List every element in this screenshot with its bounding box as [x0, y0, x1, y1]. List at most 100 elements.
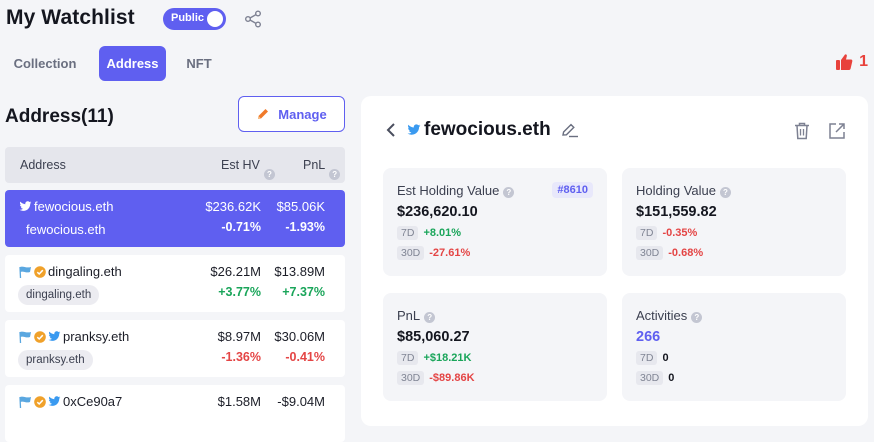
card-label-text: Holding Value: [636, 183, 716, 198]
est-hv-change: -0.71%: [221, 220, 261, 234]
address-name-text: dingaling.eth: [48, 264, 122, 279]
rank-badge: #8610: [552, 182, 593, 198]
like-button[interactable]: 1: [835, 52, 868, 72]
change-30d: 30D -27.61%: [397, 246, 470, 260]
est-hv-value: $236.62K: [205, 199, 261, 214]
share-icon[interactable]: [244, 10, 262, 28]
change-7d-value: -0.35%: [662, 227, 698, 239]
period-30d: 30D: [397, 246, 425, 260]
holding-value-card: Holding Value? $151,559.82 7D -0.35% 30D -…: [622, 168, 846, 276]
question-icon[interactable]: ?: [719, 187, 731, 198]
est-hv-value: $8.97M: [217, 329, 261, 344]
address-name: fewocious.eth: [19, 199, 114, 214]
address-name-text: pranksy.eth: [63, 329, 130, 344]
est-hv-value: $1.58M: [217, 394, 261, 409]
tab-address[interactable]: Address: [99, 46, 166, 81]
address-table-header: Address Est HV? PnL?: [5, 147, 345, 183]
pnl-card: PnL? $85,060.27 7D +$18.21K 30D -$89.86K: [383, 293, 607, 401]
trash-icon[interactable]: [794, 122, 810, 140]
change-30d-value: -0.68%: [668, 247, 704, 259]
address-row[interactable]: pranksy.eth pranksy.eth $8.97M -1.36% $3…: [5, 320, 345, 377]
activities-card: Activities? 266 7D 0 30D 0: [622, 293, 846, 401]
question-icon[interactable]: ?: [424, 312, 436, 323]
change-30d: 30D -$89.86K: [397, 371, 475, 385]
external-link-icon[interactable]: [828, 122, 846, 140]
address-tag: dingaling.eth: [18, 285, 100, 305]
address-tag: fewocious.eth: [26, 222, 106, 237]
tab-collection[interactable]: Collection: [6, 46, 84, 81]
change-7d: 7D 0: [636, 351, 669, 365]
change-30d-value: -$89.86K: [429, 372, 475, 384]
change-30d: 30D -0.68%: [636, 246, 703, 260]
change-7d: 7D +8.01%: [397, 226, 461, 240]
change-30d: 30D 0: [636, 371, 674, 385]
change-30d-value: 0: [668, 372, 675, 384]
card-value: $236,620.10: [397, 204, 478, 220]
chevron-left-icon[interactable]: [385, 122, 397, 138]
card-value: $85,060.27: [397, 329, 470, 345]
column-pnl: PnL?: [303, 158, 341, 180]
card-label: Est Holding Value?: [397, 183, 515, 198]
question-icon[interactable]: ?: [329, 169, 341, 180]
detail-name: fewocious.eth: [407, 119, 551, 141]
change-7d-value: +$18.21K: [423, 352, 472, 364]
address-name-text: 0xCe90a7: [63, 394, 123, 409]
address-tag: pranksy.eth: [18, 350, 93, 370]
card-label: Activities?: [636, 308, 703, 323]
detail-name-text: fewocious.eth: [424, 119, 551, 140]
pnl-value: $30.06M: [274, 329, 325, 344]
verified-badge-icon: [34, 395, 46, 408]
est-hv-change: +3.77%: [218, 285, 261, 299]
pnl-value: -$9.04M: [277, 394, 325, 409]
toggle-knob: [207, 11, 223, 27]
manage-button[interactable]: Manage: [238, 96, 345, 132]
change-7d: 7D +$18.21K: [397, 351, 471, 365]
pnl-value: $13.89M: [274, 264, 325, 279]
banner-flag-icon: [19, 266, 31, 278]
period-7d: 7D: [397, 226, 419, 240]
banner-flag-icon: [19, 331, 31, 343]
period-7d: 7D: [636, 351, 658, 365]
top-bar: My Watchlist Public: [0, 0, 874, 38]
question-icon[interactable]: ?: [691, 312, 703, 323]
activities-count-link[interactable]: 266: [636, 329, 660, 345]
pencil-icon: [258, 109, 269, 119]
column-est-hv-label: Est HV: [221, 158, 260, 172]
est-hv-value: $26.21M: [210, 264, 261, 279]
change-7d: 7D -0.35%: [636, 226, 697, 240]
address-row[interactable]: dingaling.eth dingaling.eth $26.21M +3.7…: [5, 255, 345, 312]
period-30d: 30D: [397, 371, 425, 385]
pnl-value: $85.06K: [276, 199, 325, 214]
address-row[interactable]: 0xCe90a7 $1.58M -$9.04M: [5, 385, 345, 442]
question-icon[interactable]: ?: [263, 169, 275, 180]
detail-actions: [794, 122, 846, 140]
card-label-text: PnL: [397, 308, 421, 323]
column-est-hv: Est HV?: [221, 158, 275, 180]
twitter-bird-icon: [407, 124, 421, 135]
address-name-text: fewocious.eth: [34, 199, 114, 214]
pnl-change: +7.37%: [282, 285, 325, 299]
page-title: My Watchlist: [6, 6, 135, 29]
public-toggle[interactable]: Public: [163, 8, 226, 30]
period-30d: 30D: [636, 246, 664, 260]
address-name: dingaling.eth: [19, 264, 122, 279]
like-count: 1: [859, 53, 868, 70]
change-7d-value: 0: [662, 352, 669, 364]
thumbs-up-icon: [836, 54, 853, 70]
est-holding-value-card: Est Holding Value? #8610 $236,620.10 7D +…: [383, 168, 607, 276]
address-row[interactable]: fewocious.eth fewocious.eth $236.62K -0.…: [5, 190, 345, 247]
twitter-bird-icon: [48, 331, 61, 341]
twitter-bird-icon: [19, 201, 32, 211]
change-7d-value: +8.01%: [423, 227, 462, 239]
card-label-text: Activities: [636, 308, 688, 323]
tab-nft[interactable]: NFT: [180, 46, 218, 81]
twitter-bird-icon: [48, 396, 61, 406]
manage-label: Manage: [278, 106, 327, 122]
pnl-change: -1.93%: [285, 220, 325, 234]
question-icon[interactable]: ?: [503, 187, 515, 198]
column-address: Address: [20, 158, 66, 172]
address-name: pranksy.eth: [19, 329, 129, 344]
edit-icon[interactable]: [561, 122, 579, 138]
detail-header: fewocious.eth: [385, 119, 579, 141]
address-detail-panel: fewocious.eth Est Holding Value? #8610 $…: [361, 96, 868, 426]
